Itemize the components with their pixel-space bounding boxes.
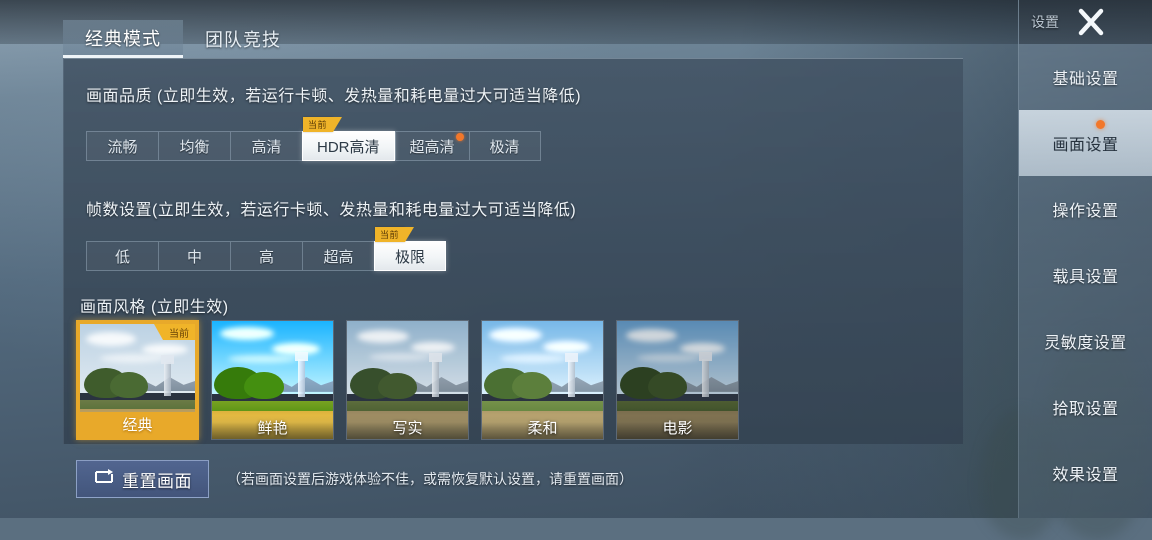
style-thumb-label: 柔和	[482, 415, 603, 439]
sidebar-item-pickup-settings[interactable]: 拾取设置	[1019, 374, 1152, 440]
option-label: 高	[258, 248, 274, 266]
framerate-option-medium[interactable]: 中	[158, 241, 230, 271]
quality-option-smooth[interactable]: 流畅	[86, 131, 158, 161]
sidebar-item-controls-settings[interactable]: 操作设置	[1019, 176, 1152, 242]
option-label: 高清	[251, 138, 282, 156]
tab-team-deathmatch[interactable]: 团队竞技	[183, 20, 303, 58]
style-thumbnail-list: 当前 经典 鲜艳 写实 柔和 电影	[76, 320, 739, 440]
quality-section-title: 画面品质 (立即生效，若运行卡顿、发热量和耗电量过大可适当降低)	[86, 88, 582, 105]
mode-tabs: 经典模式 团队竞技	[63, 18, 963, 58]
quality-option-row: 流畅 均衡 高清 当前 HDR高清 超高清 极清	[86, 117, 541, 161]
current-badge: 当前	[154, 324, 195, 340]
option-label: 中	[186, 248, 202, 266]
sidebar-header: 设置	[1019, 0, 1152, 44]
tab-label: 经典模式	[85, 28, 161, 49]
reset-graphics-button[interactable]: 重置画面	[76, 460, 209, 498]
sidebar-item-graphics-settings[interactable]: 画面设置	[1019, 110, 1152, 176]
current-badge: 当前	[303, 117, 343, 132]
option-label: 低	[114, 248, 130, 266]
style-thumb-cinematic[interactable]: 电影	[616, 320, 739, 440]
framerate-section-title: 帧数设置(立即生效，若运行卡顿、发热量和耗电量过大可适当降低)	[86, 202, 577, 219]
sidebar-title: 设置	[1031, 14, 1059, 30]
settings-sidebar: 设置 基础设置 画面设置 操作设置 载具设置 灵敏度设置 拾取设置 效果设置	[1018, 0, 1152, 518]
sidebar-item-label: 操作设置	[1052, 203, 1119, 220]
tab-classic-mode[interactable]: 经典模式	[63, 20, 183, 58]
quality-option-extreme-hd[interactable]: 极清	[468, 131, 541, 161]
reset-hint-text: （若画面设置后游戏体验不佳，或需恢复默认设置，请重置画面）	[227, 471, 633, 487]
reset-button-label: 重置画面	[122, 471, 192, 491]
sidebar-item-label: 拾取设置	[1052, 401, 1119, 418]
option-label: 超高清	[409, 138, 455, 156]
sidebar-item-label: 效果设置	[1052, 467, 1119, 484]
tab-label: 团队竞技	[205, 30, 281, 50]
style-section-title: 画面风格 (立即生效)	[80, 299, 229, 316]
option-label: 流畅	[107, 138, 138, 156]
reset-bar: 重置画面 （若画面设置后游戏体验不佳，或需恢复默认设置，请重置画面）	[76, 460, 633, 498]
current-badge: 当前	[375, 227, 415, 242]
style-thumb-vivid[interactable]: 鲜艳	[211, 320, 334, 440]
sidebar-item-effects-settings[interactable]: 效果设置	[1019, 440, 1152, 506]
quality-option-balanced[interactable]: 均衡	[158, 131, 230, 161]
framerate-option-ultra-high[interactable]: 超高	[302, 241, 374, 271]
sidebar-item-label: 基础设置	[1052, 71, 1119, 88]
quality-option-uhd[interactable]: 超高清	[394, 131, 469, 161]
sidebar-item-label: 画面设置	[1052, 137, 1119, 154]
quality-option-hd[interactable]: 高清	[230, 131, 302, 161]
option-label: HDR高清	[317, 138, 380, 156]
option-label: 极清	[489, 138, 520, 156]
style-thumb-classic[interactable]: 当前 经典	[76, 320, 199, 440]
framerate-option-row: 低 中 高 超高 当前 极限	[86, 227, 446, 271]
sidebar-item-vehicle-settings[interactable]: 载具设置	[1019, 242, 1152, 308]
option-label: 超高	[323, 248, 354, 266]
option-label: 极限	[394, 248, 425, 266]
close-icon[interactable]	[1071, 2, 1111, 42]
sidebar-item-sensitivity-settings[interactable]: 灵敏度设置	[1019, 308, 1152, 374]
quality-option-hdr-hd[interactable]: 当前 HDR高清	[302, 117, 395, 161]
option-label: 均衡	[179, 138, 210, 156]
style-thumb-realistic[interactable]: 写实	[346, 320, 469, 440]
framerate-option-extreme[interactable]: 当前 极限	[374, 227, 446, 271]
style-thumb-label: 经典	[80, 412, 195, 436]
new-indicator-dot	[1095, 120, 1105, 129]
new-indicator-dot	[455, 133, 464, 141]
framerate-option-low[interactable]: 低	[86, 241, 158, 271]
framerate-option-high[interactable]: 高	[230, 241, 302, 271]
sidebar-item-label: 载具设置	[1052, 269, 1119, 286]
reset-icon	[93, 468, 115, 491]
style-thumb-label: 鲜艳	[212, 415, 333, 439]
style-thumb-soft[interactable]: 柔和	[481, 320, 604, 440]
style-thumb-label: 电影	[617, 415, 738, 439]
style-thumb-label: 写实	[347, 415, 468, 439]
sidebar-item-basic-settings[interactable]: 基础设置	[1019, 44, 1152, 110]
sidebar-item-label: 灵敏度设置	[1044, 335, 1127, 352]
